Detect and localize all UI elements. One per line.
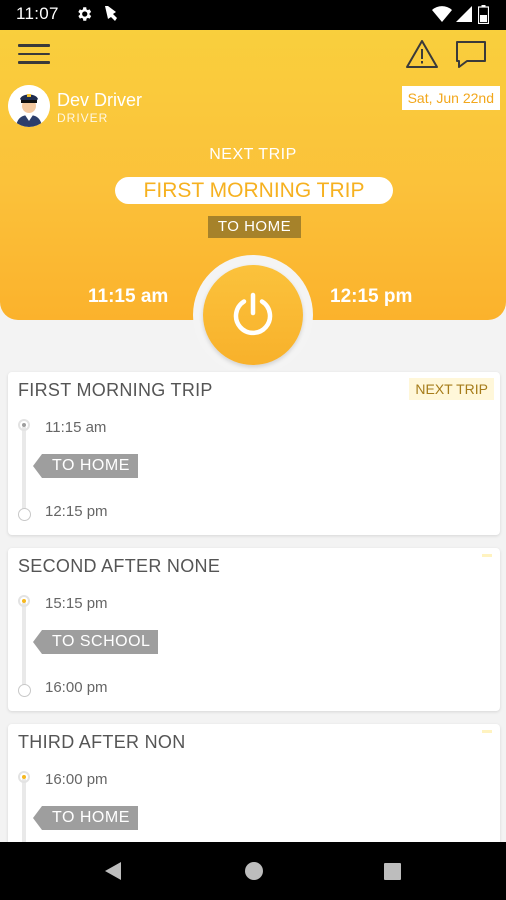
menu-icon[interactable] [18, 44, 50, 66]
timeline-end-dot [18, 684, 31, 697]
alert-icon[interactable] [405, 38, 439, 70]
trip-destination-tag: TO HOME [33, 806, 138, 830]
trip-end-time: 16:00 pm [45, 679, 108, 696]
trip-destination-tag: TO SCHOOL [32, 630, 159, 654]
trip-card[interactable]: SECOND AFTER NONE 15:15 pm TO SCHOOL 16:… [8, 548, 500, 711]
trip-start-time: 11:15 am [45, 419, 107, 436]
power-icon [233, 292, 273, 336]
timeline-start-dot [18, 595, 30, 607]
chat-icon[interactable] [455, 40, 487, 70]
settings-icon [78, 7, 92, 21]
timeline-end-dot [18, 508, 31, 521]
timeline-start-dot [18, 771, 30, 783]
date-badge: Sat, Jun 22nd [401, 86, 500, 110]
trip-card-title: SECOND AFTER NONE [18, 556, 221, 576]
driver-name: Dev Driver [57, 90, 143, 110]
navigation-bar [0, 842, 506, 900]
signal-icon [456, 6, 472, 22]
next-trip-destination: TO HOME [208, 216, 301, 238]
status-bar: 11:07 [0, 0, 506, 30]
notification-icon [105, 6, 117, 21]
timeline-line [22, 603, 26, 689]
trip-end-time: 12:15 pm [45, 503, 108, 520]
back-icon[interactable] [104, 861, 122, 881]
next-trip-end-time: 12:15 pm [330, 286, 413, 307]
card-corner-mark [482, 730, 492, 733]
trip-start-time: 16:00 pm [45, 771, 108, 788]
trip-start-time: 15:15 pm [45, 595, 108, 612]
driver-role: DRIVER [57, 111, 109, 125]
home-icon[interactable] [244, 861, 264, 881]
battery-icon [478, 5, 489, 24]
status-time: 11:07 [16, 4, 59, 23]
timeline-start-dot [18, 419, 30, 431]
next-trip-name: FIRST MORNING TRIP [115, 177, 393, 204]
trip-destination-tag: TO HOME [33, 454, 138, 478]
avatar[interactable] [8, 85, 50, 127]
next-trip-label: NEXT TRIP [209, 146, 297, 163]
next-trip-start-time: 11:15 am [88, 286, 169, 307]
trip-card-title: FIRST MORNING TRIP [18, 380, 213, 400]
timeline-line [22, 427, 26, 513]
start-trip-button[interactable] [203, 265, 303, 365]
wifi-icon [432, 6, 452, 22]
card-corner-mark [482, 554, 492, 557]
trip-card-title: THIRD AFTER NON [18, 732, 186, 752]
recents-icon[interactable] [384, 863, 401, 880]
next-trip-badge: NEXT TRIP [409, 378, 494, 400]
trip-card[interactable]: FIRST MORNING TRIP NEXT TRIP 11:15 am TO… [8, 372, 500, 535]
